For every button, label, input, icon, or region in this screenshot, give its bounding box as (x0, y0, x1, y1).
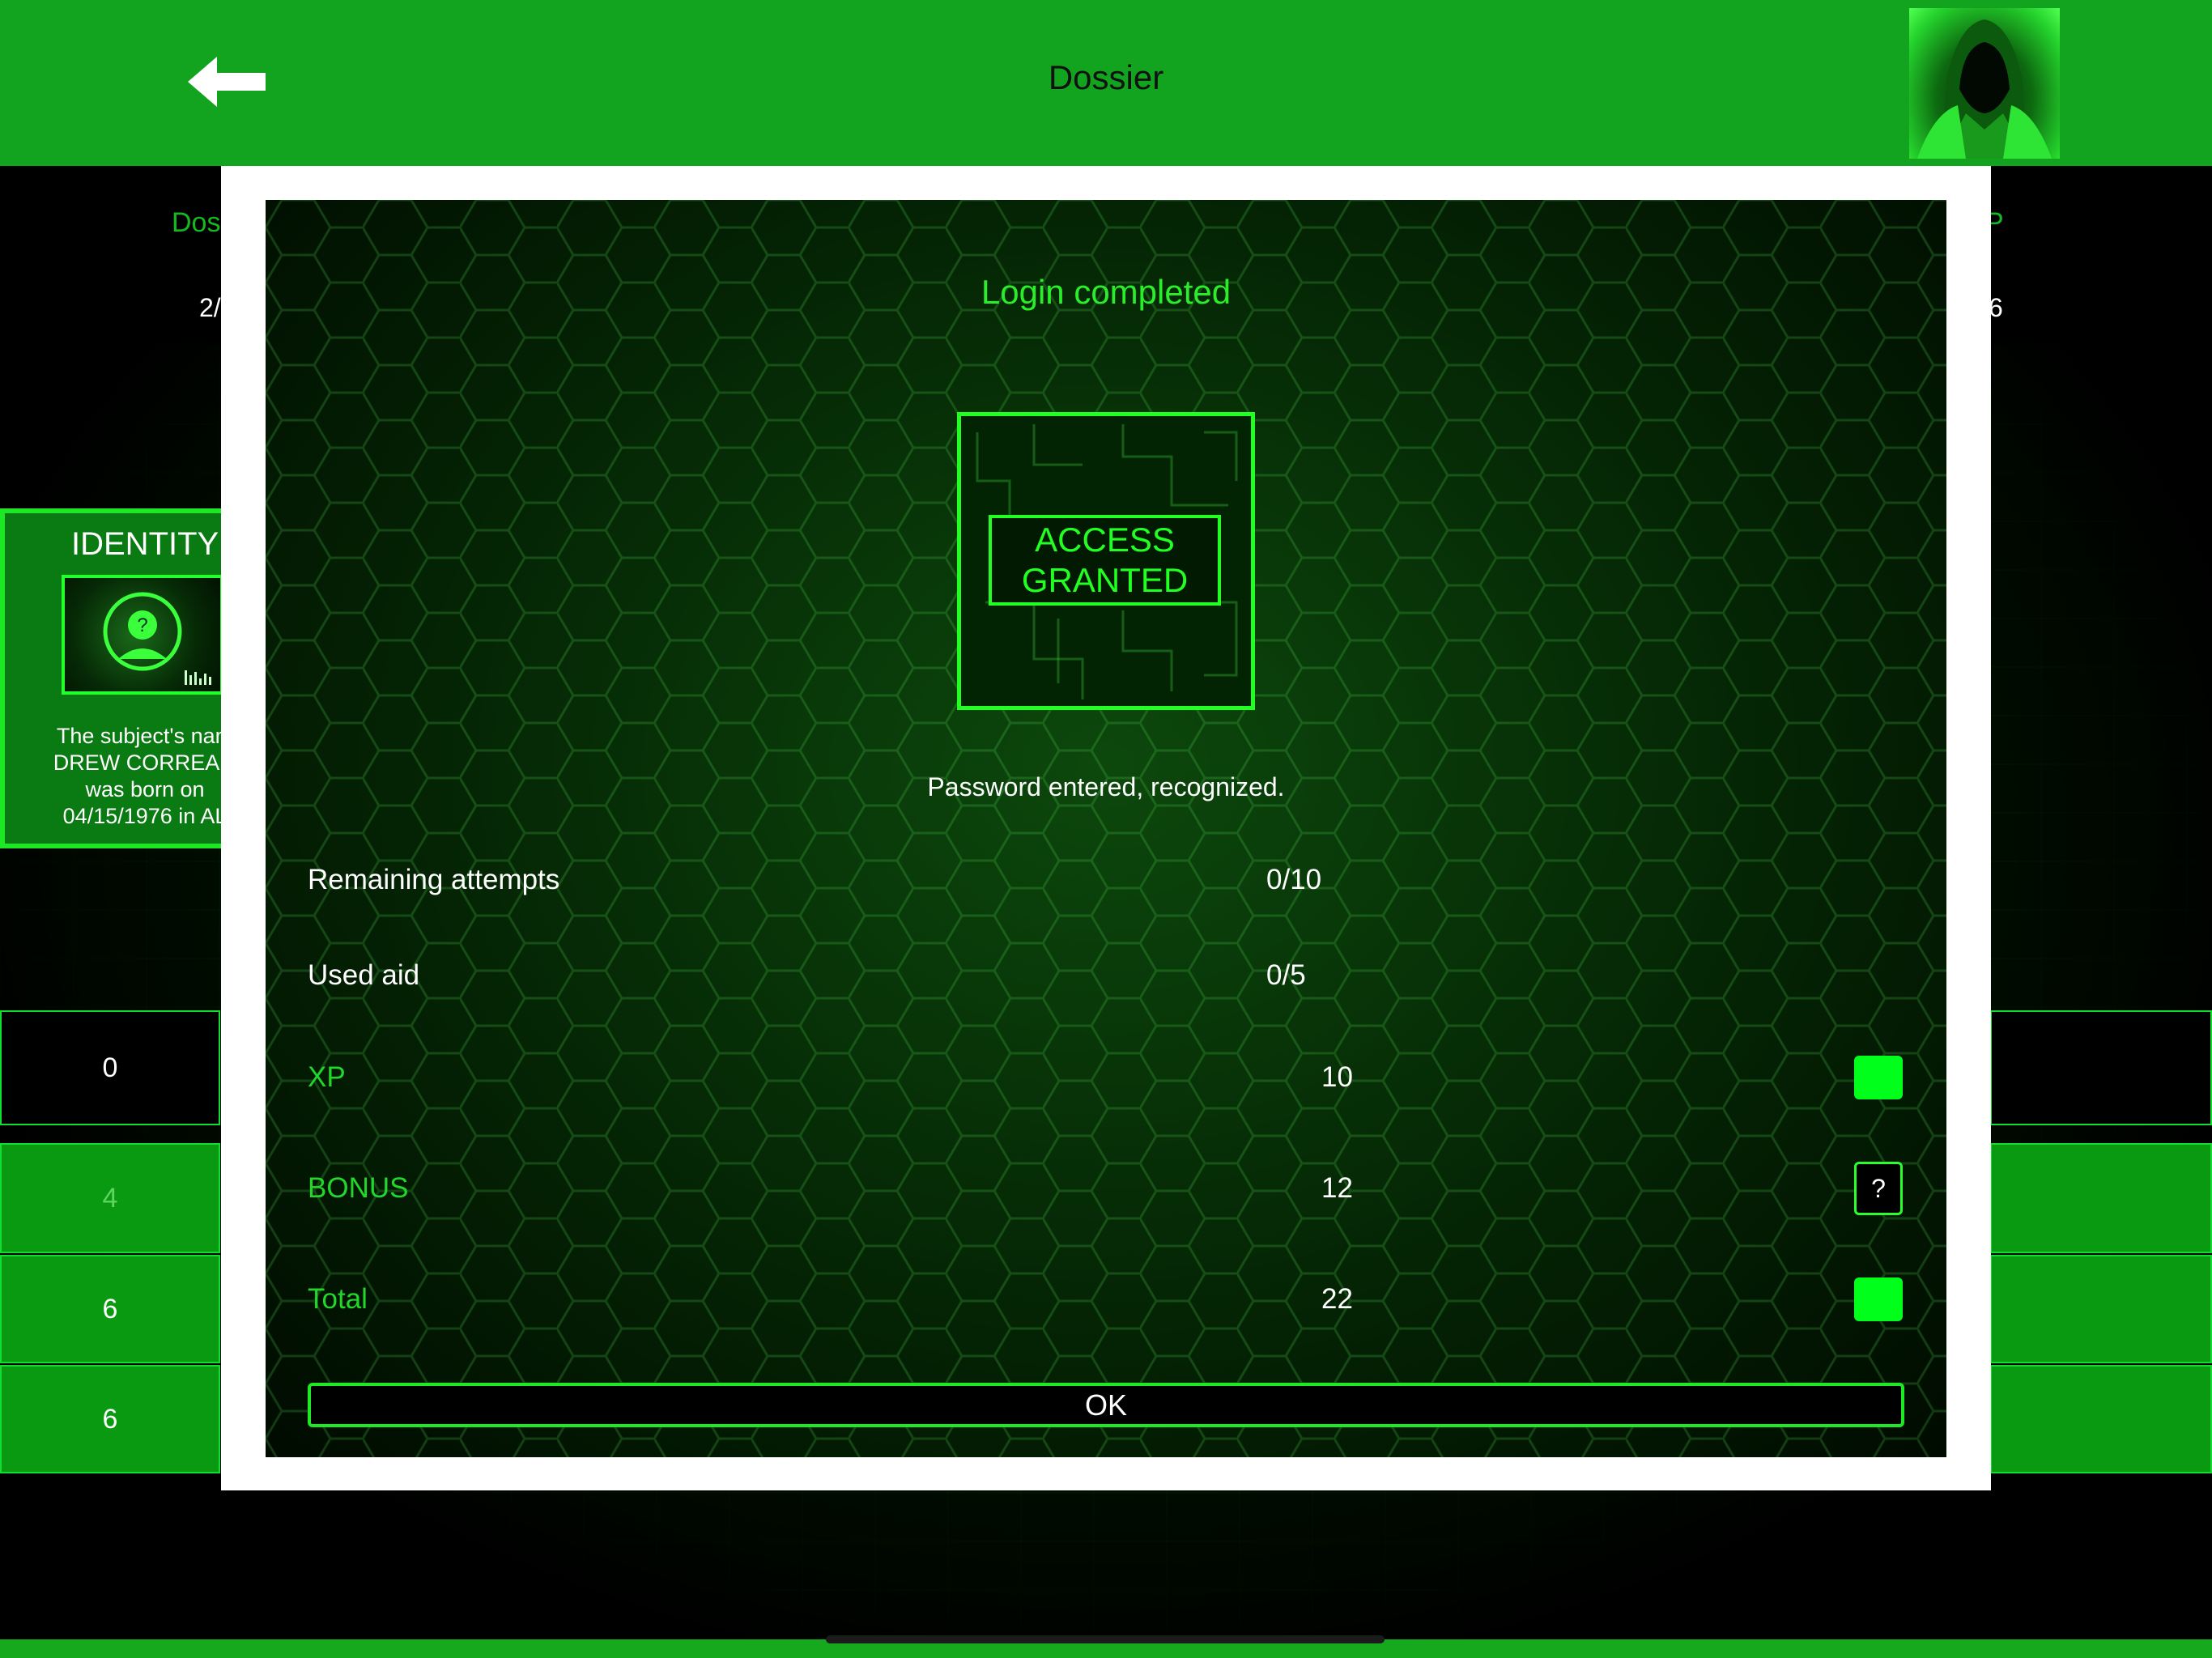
used-aid-value: 0/5 (1266, 959, 1306, 991)
side-cell[interactable]: 4 (0, 1143, 220, 1253)
xp-value: 10 (1321, 1061, 1353, 1093)
xp-label: XP (308, 1061, 346, 1093)
badge-line: ACCESS (1035, 521, 1175, 559)
stats-left-label: Dos (172, 207, 221, 238)
used-aid-label: Used aid (308, 959, 420, 991)
remaining-attempts-label: Remaining attempts (308, 864, 560, 895)
question-person-icon: ? (103, 592, 211, 685)
xp-indicator (1854, 1056, 1903, 1099)
side-cell-right[interactable] (1990, 1365, 2212, 1473)
dialog-title: Login completed (981, 273, 1231, 311)
remaining-attempts-value: 0/10 (1266, 864, 1322, 895)
status-message: Password entered, recognized. (927, 772, 1285, 801)
total-value: 22 (1321, 1283, 1353, 1315)
bonus-label: BONUS (308, 1172, 409, 1204)
avatar[interactable] (1909, 8, 2060, 159)
badge-line: GRANTED (1021, 561, 1189, 599)
total-label: Total (308, 1283, 368, 1315)
side-cell[interactable]: 6 (0, 1365, 220, 1473)
stats-left-value: 2/ (199, 293, 221, 322)
svg-text:?: ? (137, 614, 147, 636)
side-cell[interactable]: 6 (0, 1255, 220, 1363)
bonus-help-button[interactable]: ? (1854, 1162, 1903, 1215)
hex-pattern (266, 200, 1946, 1457)
side-cell[interactable]: 0 (0, 1010, 220, 1125)
page-title: Dossier (1048, 58, 1164, 96)
bonus-value: 12 (1321, 1172, 1353, 1204)
side-cell-right[interactable] (1990, 1010, 2212, 1125)
ok-button[interactable]: OK (308, 1383, 1904, 1427)
total-indicator (1854, 1278, 1903, 1321)
hooded-hacker-icon (1917, 19, 2052, 159)
identity-title: IDENTITY (71, 526, 219, 562)
access-granted-label: ACCESS GRANTED (989, 515, 1221, 606)
side-cell-right[interactable] (1990, 1143, 2212, 1253)
identity-image: ? (62, 575, 223, 695)
home-indicator[interactable] (826, 1635, 1385, 1643)
side-cell-right[interactable] (1990, 1255, 2212, 1363)
login-dialog: Login completed ACCESS GRANTED Password … (266, 200, 1946, 1457)
